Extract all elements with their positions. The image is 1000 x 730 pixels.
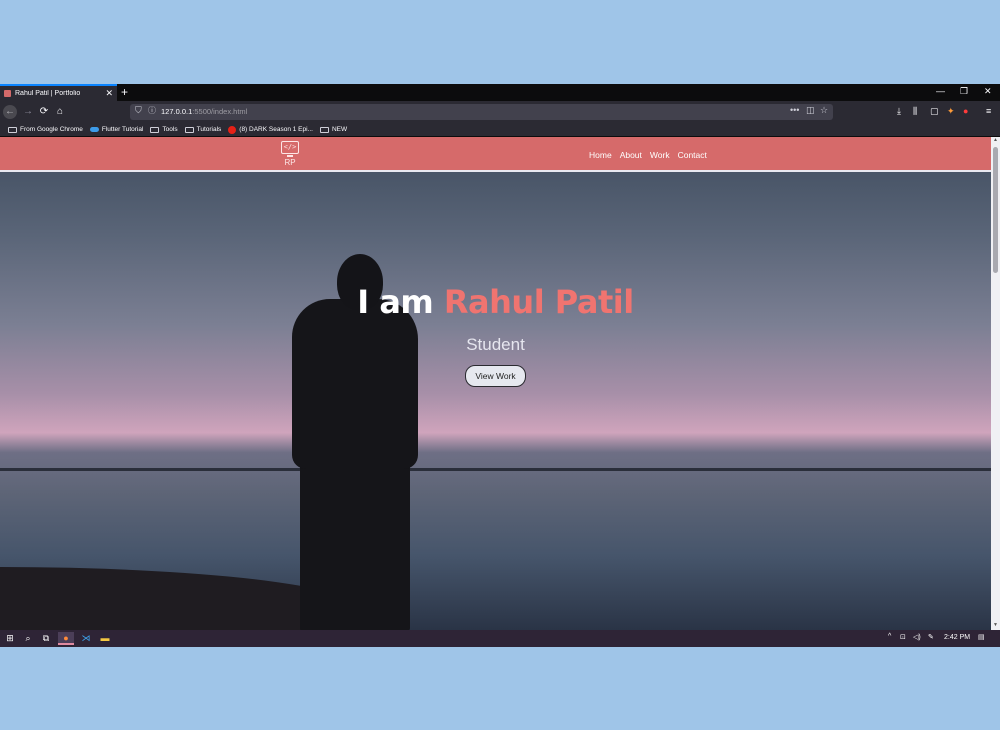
youtube-icon — [228, 125, 237, 134]
web-page: </> RP Home About Work Contact I am Rahu… — [0, 137, 991, 630]
network-icon[interactable]: ⊡ — [900, 633, 906, 641]
site-header: </> RP Home About Work Contact — [0, 137, 991, 172]
site-logo[interactable]: </> RP — [281, 141, 299, 167]
scroll-up-icon[interactable]: ▲ — [991, 137, 1000, 145]
tab-close-icon[interactable]: ✕ — [105, 88, 113, 99]
file-explorer-icon[interactable]: ▬ — [97, 632, 113, 645]
horizon-line — [0, 468, 991, 471]
adblock-icon[interactable]: ● — [963, 106, 968, 116]
windows-taskbar: ⊞ ⌕ ⧉ ● ⋊ ▬ ^ ⊡ ◁) ✎ 2:42 PM ▤ — [0, 630, 1000, 647]
sidebar-icon[interactable]: ▢ — [930, 106, 939, 117]
bookmark-star-icon[interactable]: ☆ — [820, 105, 828, 116]
volume-icon[interactable]: ◁) — [913, 633, 921, 641]
maximize-icon[interactable]: ❐ — [960, 86, 968, 97]
pocket-icon[interactable]: ◫ — [806, 105, 815, 116]
hero-name: Rahul Patil — [443, 283, 634, 321]
browser-tab[interactable]: Rahul Patil | Portfolio ✕ — [0, 84, 117, 101]
notifications-icon[interactable]: ▤ — [978, 633, 985, 641]
person-silhouette-legs — [300, 462, 410, 630]
bookmark-from-google-chrome[interactable]: From Google Chrome — [8, 126, 83, 133]
reload-icon[interactable]: ⟳ — [37, 105, 51, 119]
folder-icon — [150, 126, 160, 133]
url-text[interactable]: 127.0.0.1:5500/index.html — [161, 107, 247, 116]
tray-chevron-icon[interactable]: ^ — [888, 633, 891, 640]
task-view-icon[interactable]: ⧉ — [38, 632, 54, 645]
nav-link-contact[interactable]: Contact — [678, 150, 707, 160]
downloads-icon[interactable]: ⤓ — [897, 106, 901, 117]
folder-icon — [184, 126, 194, 133]
firefox-icon[interactable]: ● — [58, 632, 74, 645]
hero-subtitle: Student — [466, 335, 525, 354]
nav-link-about[interactable]: About — [620, 150, 642, 160]
bookmark-flutter-tutorial[interactable]: Flutter Tutorial — [89, 126, 143, 133]
tab-title: Rahul Patil | Portfolio — [15, 90, 81, 97]
new-tab-button[interactable]: + — [121, 85, 128, 99]
navigation-toolbar: ← → ⟳ ⌂ ⛉ ⓘ 127.0.0.1:5500/index.html ••… — [0, 101, 1000, 123]
hero-title: I am Rahul Patil — [357, 283, 634, 321]
bookmark-new[interactable]: NEW — [319, 126, 347, 133]
site-info-icon[interactable]: ⓘ — [148, 105, 156, 116]
nav-link-work[interactable]: Work — [650, 150, 670, 160]
pen-icon[interactable]: ✎ — [928, 633, 934, 641]
bookmark-tools[interactable]: Tools — [150, 126, 178, 133]
tab-strip: Rahul Patil | Portfolio ✕ + — ❐ ✕ — [0, 84, 1000, 101]
nav-link-home[interactable]: Home — [589, 150, 612, 160]
forward-icon[interactable]: → — [21, 105, 35, 119]
cloud-icon — [89, 127, 99, 132]
library-icon[interactable]: ⫼ — [913, 106, 917, 117]
bookmark-tutorials[interactable]: Tutorials — [184, 126, 221, 133]
minimize-icon[interactable]: — — [936, 86, 945, 96]
bookmarks-toolbar: From Google Chrome Flutter Tutorial Tool… — [0, 123, 1000, 137]
scroll-down-icon[interactable]: ▼ — [991, 622, 1000, 630]
page-scrollbar[interactable]: ▲ ▼ — [991, 137, 1000, 630]
taskbar-clock[interactable]: 2:42 PM — [944, 634, 970, 641]
bookmark-dark-season[interactable]: (8) DARK Season 1 Epi... — [228, 125, 313, 134]
windows-start-icon[interactable]: ⊞ — [2, 632, 18, 645]
code-icon: </> — [281, 141, 299, 154]
view-work-button[interactable]: View Work — [465, 365, 526, 387]
search-icon[interactable]: ⌕ — [20, 632, 36, 645]
back-icon[interactable]: ← — [3, 105, 17, 119]
page-actions-icon[interactable]: ••• — [790, 105, 799, 115]
home-icon[interactable]: ⌂ — [53, 105, 67, 119]
window-close-icon[interactable]: ✕ — [984, 86, 992, 97]
extension-icon[interactable]: ✦ — [947, 106, 955, 117]
url-bar[interactable]: ⛉ ⓘ 127.0.0.1:5500/index.html ••• ◫ ☆ — [130, 104, 833, 120]
folder-icon — [319, 126, 329, 133]
scrollbar-thumb[interactable] — [993, 147, 998, 273]
folder-icon — [8, 126, 17, 133]
desktop-screen: Rahul Patil | Portfolio ✕ + — ❐ ✕ ← → ⟳ … — [0, 84, 1000, 647]
tracking-shield-icon[interactable]: ⛉ — [135, 105, 142, 116]
site-nav-links: Home About Work Contact — [589, 150, 707, 160]
logo-text: RP — [284, 158, 296, 167]
vscode-icon[interactable]: ⋊ — [78, 632, 94, 645]
hero-section: I am Rahul Patil Student View Work — [0, 283, 991, 387]
favicon-icon — [4, 90, 11, 97]
menu-icon[interactable]: ≡ — [986, 106, 991, 116]
